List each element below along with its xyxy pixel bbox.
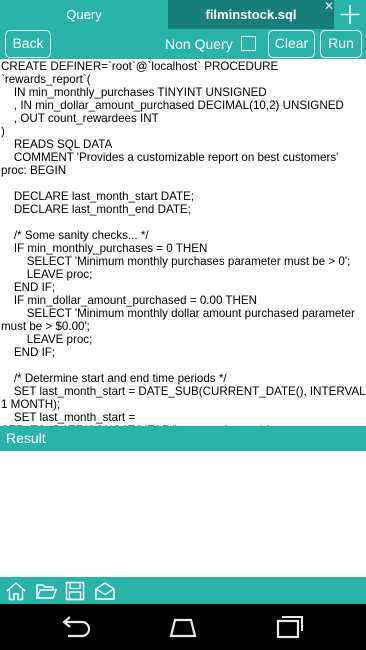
run-button[interactable]: Run — [320, 30, 362, 58]
non-query-label: Non Query — [165, 36, 233, 52]
plus-icon — [340, 5, 360, 24]
sql-editor[interactable]: CREATE DEFINER=`root`@`localhost` PROCED… — [0, 60, 366, 426]
code-line: SELECT 'Minimum monthly purchases parame… — [1, 255, 351, 268]
query-toolbar: Back Non Query Clear Run — [0, 29, 366, 59]
code-line: , IN min_dollar_amount_purchased DECIMAL… — [1, 99, 344, 112]
code-line: SELECT 'Minimum monthly dollar amount pu… — [1, 307, 359, 333]
recent-apps-icon — [276, 616, 303, 639]
home-button[interactable] — [5, 580, 27, 602]
save-icon — [65, 581, 85, 601]
code-line: IN min_monthly_purchases TINYINT UNSIGNE… — [1, 86, 267, 99]
tab-filminstock[interactable]: filminstock.sql — [168, 0, 334, 29]
code-line: LEAVE proc; — [1, 268, 93, 281]
code-line: READS SQL DATA — [1, 138, 113, 151]
clear-button[interactable]: Clear — [268, 30, 315, 58]
code-line: END IF; — [1, 281, 56, 294]
nav-recents-button[interactable] — [268, 613, 312, 641]
code-line: DECLARE last_month_end DATE; — [1, 203, 191, 216]
code-line: CREATE DEFINER=`root`@`localhost` PROCED… — [1, 60, 282, 86]
tab-bar: Query filminstock.sql ✕ — [0, 0, 366, 29]
code-line: SET last_month_start = — [1, 411, 136, 424]
code-line: DECLARE last_month_start DATE; — [1, 190, 195, 203]
back-button[interactable]: Back — [5, 30, 51, 58]
mail-icon — [95, 582, 115, 600]
back-icon — [62, 616, 91, 638]
non-query-checkbox[interactable] — [241, 36, 256, 51]
result-panel — [0, 451, 366, 577]
folder-open-icon — [35, 584, 57, 599]
code-line: /* Some sanity checks... */ — [1, 229, 149, 242]
code-line: SET last_month_start = DATE_SUB(CURRENT_… — [1, 385, 366, 411]
sql-code[interactable]: CREATE DEFINER=`root`@`localhost` PROCED… — [0, 60, 366, 426]
home-icon — [169, 618, 197, 638]
mail-button[interactable] — [94, 580, 116, 602]
code-line: IF min_monthly_purchases = 0 THEN — [1, 242, 208, 255]
result-header: Result — [0, 426, 366, 451]
tab-query[interactable]: Query — [0, 0, 168, 29]
save-button[interactable] — [64, 580, 86, 602]
add-tab-button[interactable] — [334, 0, 366, 29]
home-icon — [6, 581, 26, 601]
open-file-button[interactable] — [35, 580, 57, 602]
result-label: Result — [6, 430, 46, 446]
nav-back-button[interactable] — [52, 613, 96, 641]
code-line: COMMENT 'Provides a customizable report … — [1, 151, 339, 164]
code-line: proc: BEGIN — [1, 164, 67, 177]
code-line: END IF; — [1, 346, 56, 359]
code-line: IF min_dollar_amount_purchased = 0.00 TH… — [1, 294, 257, 307]
bottom-toolbar — [0, 577, 366, 604]
system-nav-bar — [0, 604, 366, 650]
code-line: LEAVE proc; — [1, 333, 93, 346]
code-line: /* Determine start and end time periods … — [1, 372, 227, 385]
nav-home-button[interactable] — [161, 613, 205, 641]
code-line: , OUT count_rewardees INT — [1, 112, 159, 125]
code-line: ) — [1, 125, 5, 138]
